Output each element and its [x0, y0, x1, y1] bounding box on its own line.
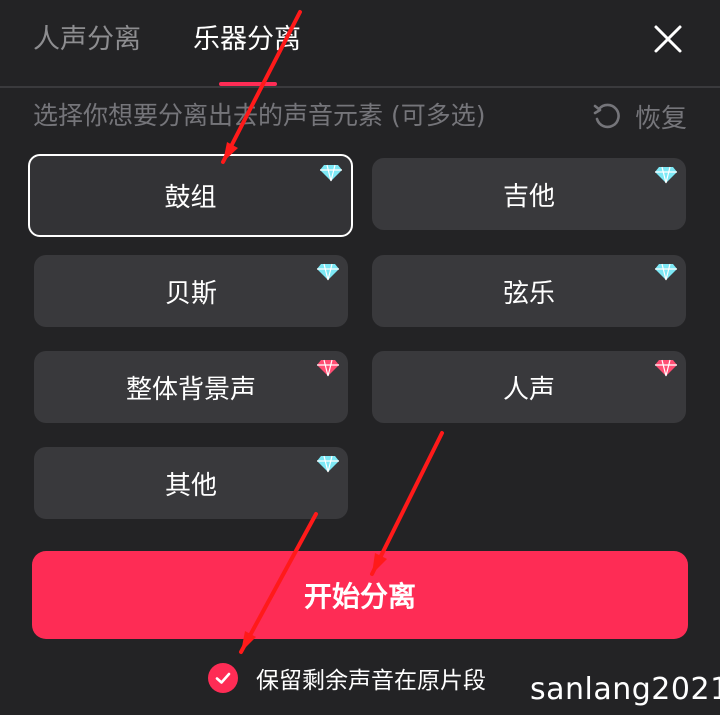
diamond-icon	[320, 164, 342, 182]
keep-remaining-checkbox[interactable]	[208, 663, 238, 693]
option-strings[interactable]: 弦乐	[372, 255, 686, 327]
option-label: 吉他	[502, 181, 555, 212]
diamond-icon	[655, 166, 677, 184]
option-bass[interactable]: 贝斯	[34, 255, 348, 327]
option-label: 贝斯	[164, 278, 217, 309]
option-label: 人声	[502, 374, 555, 405]
option-vocals[interactable]: 人声	[372, 351, 686, 423]
option-other[interactable]: 其他	[34, 447, 348, 519]
tab-bar: 人声分离 乐器分离	[0, 0, 720, 86]
diamond-icon	[317, 455, 339, 473]
selection-hint: 选择你想要分离出去的声音元素 (可多选)	[33, 101, 486, 130]
reset-button[interactable]: 恢复	[591, 98, 687, 134]
tab-instrument-separation[interactable]: 乐器分离	[193, 22, 301, 58]
start-separation-button[interactable]: 开始分离	[32, 551, 688, 639]
diamond-icon	[317, 359, 339, 377]
diamond-icon	[655, 359, 677, 377]
keep-remaining-label: 保留剩余声音在原片段	[256, 668, 486, 694]
tab-vocal-separation[interactable]: 人声分离	[33, 22, 141, 58]
option-drums[interactable]: 鼓组	[28, 154, 353, 237]
reset-icon	[593, 103, 620, 129]
reset-label: 恢复	[635, 103, 688, 134]
option-label: 弦乐	[502, 278, 555, 309]
option-background-sound[interactable]: 整体背景声	[34, 351, 348, 423]
diamond-icon	[317, 263, 339, 281]
option-label: 其他	[164, 470, 217, 501]
keep-remaining-checkbox-row[interactable]: 保留剩余声音在原片段	[208, 660, 486, 696]
diamond-icon	[655, 263, 677, 281]
watermark: sanlang2021	[530, 672, 720, 707]
option-guitar[interactable]: 吉他	[372, 158, 686, 230]
header-divider	[0, 86, 720, 88]
option-label: 整体背景声	[125, 374, 256, 405]
close-icon	[654, 25, 682, 53]
check-icon	[215, 672, 231, 684]
close-button[interactable]	[647, 18, 689, 60]
option-label: 鼓组	[164, 183, 217, 213]
